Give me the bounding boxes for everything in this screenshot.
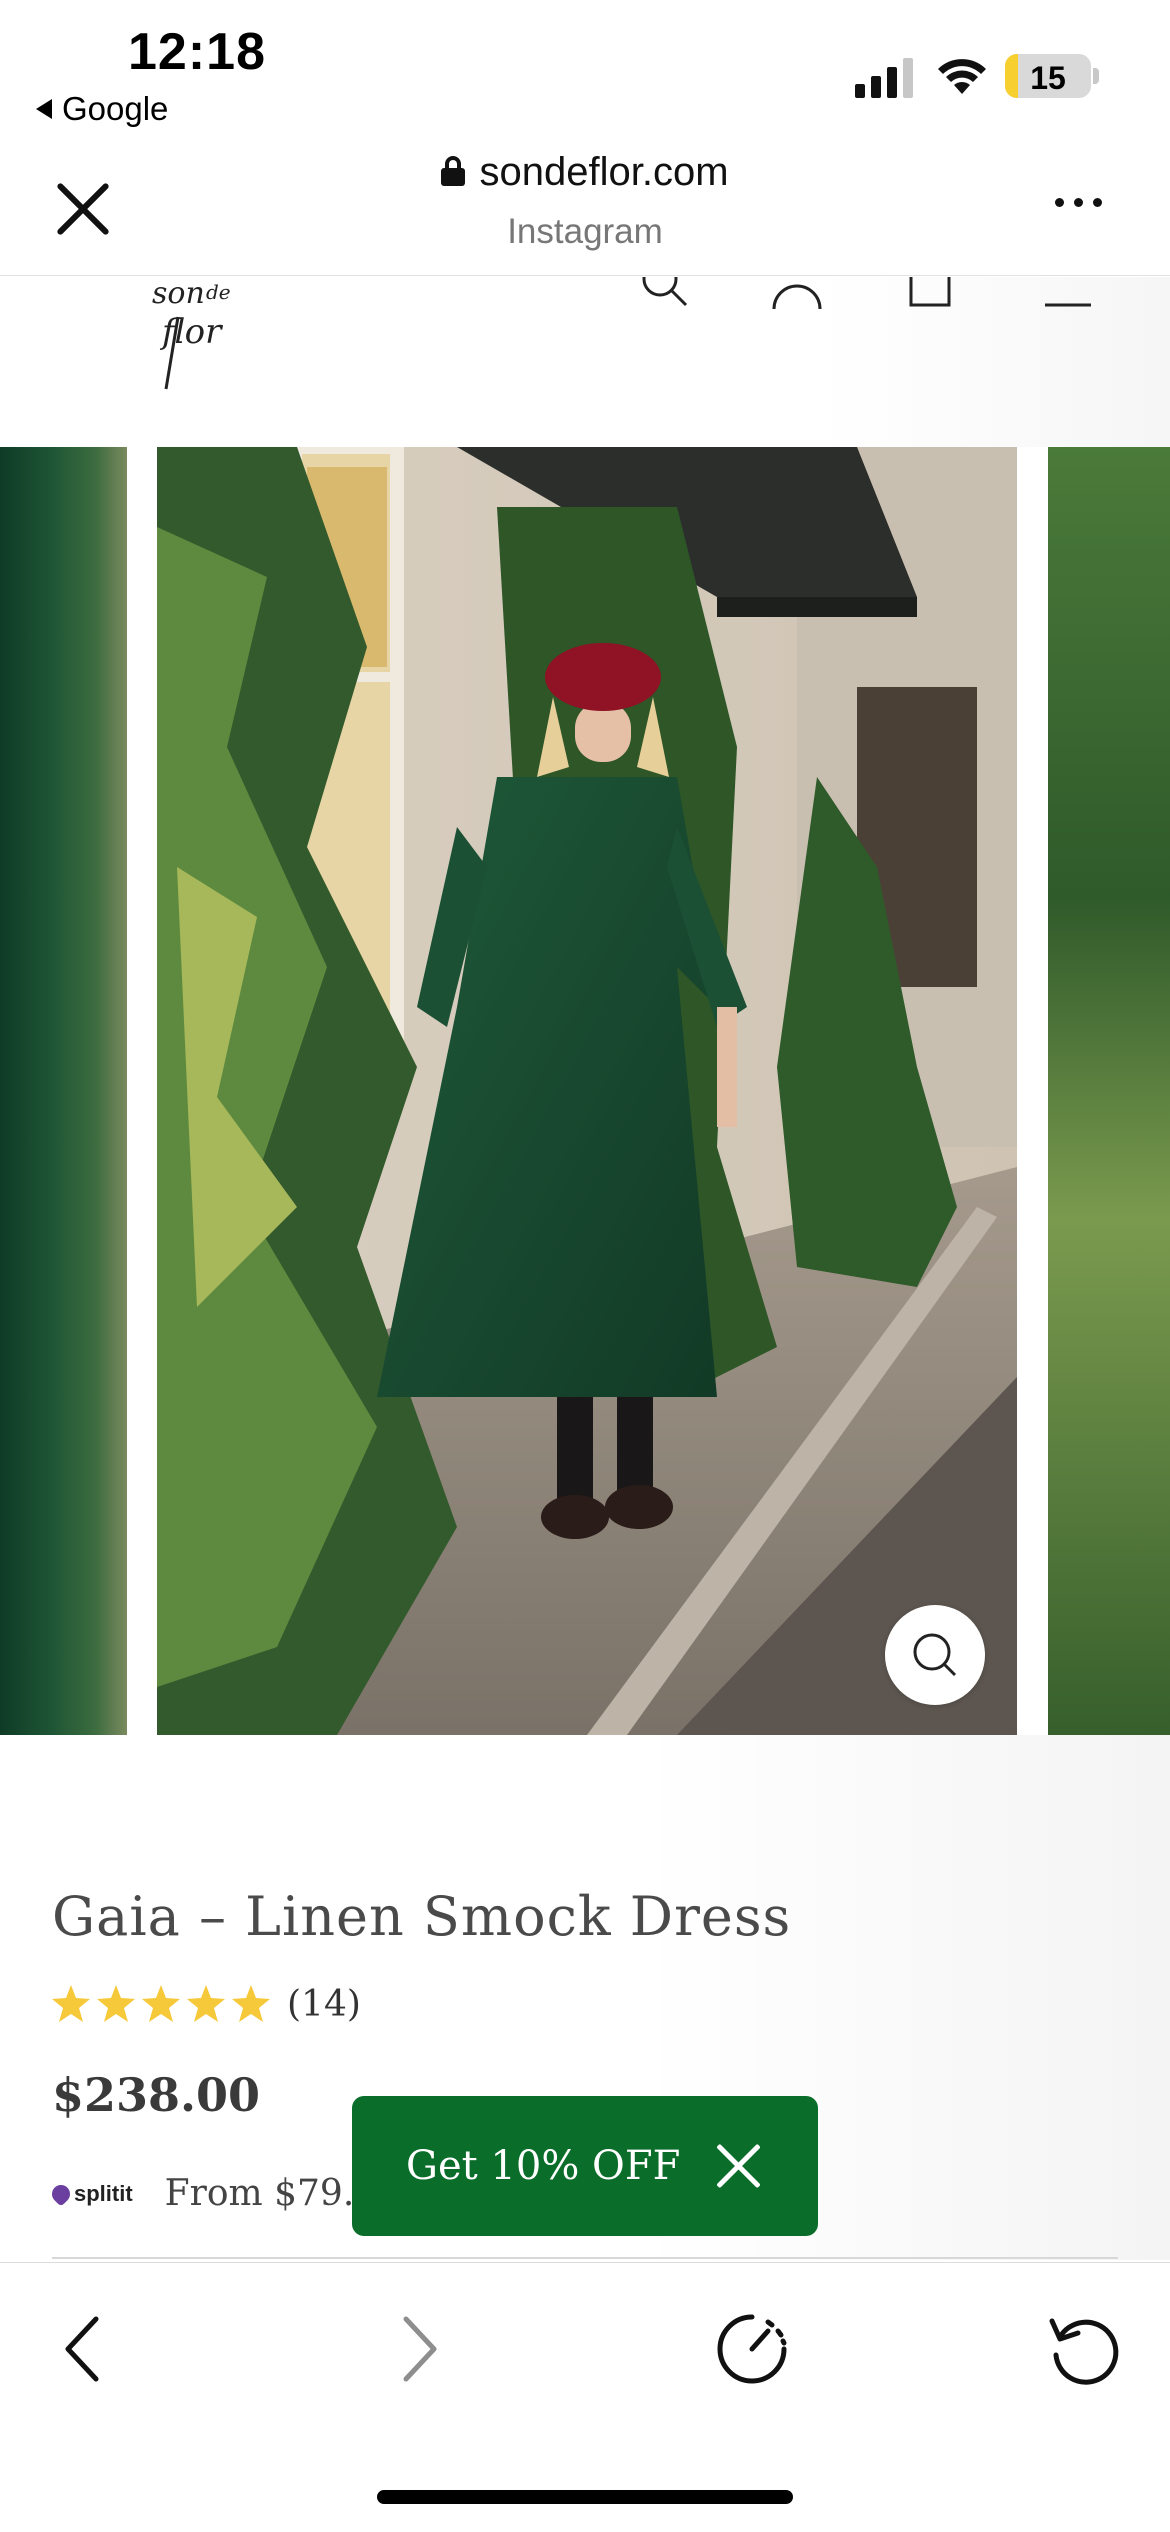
source-label: Instagram <box>507 212 663 251</box>
home-indicator[interactable] <box>377 2490 793 2504</box>
rating-stars <box>50 1983 275 2025</box>
back-app-label: Google <box>62 90 169 127</box>
battery-icon: 15 <box>1005 54 1091 98</box>
speed-icon[interactable] <box>712 2309 792 2389</box>
battery-level: 15 <box>1030 60 1066 96</box>
status-bar: 12:18 Google 15 <box>0 0 1170 140</box>
installment-text: From $79.3 <box>164 2173 378 2214</box>
back-triangle-icon <box>36 99 52 119</box>
browser-header: sondeflor.com Instagram <box>0 140 1170 276</box>
search-icon[interactable] <box>640 277 690 309</box>
discount-popup-button[interactable]: Get 10% OFF <box>352 2096 818 2236</box>
site-logo[interactable]: son de flor <box>148 277 258 397</box>
reload-icon[interactable] <box>1044 2309 1124 2389</box>
wifi-icon <box>938 59 986 94</box>
product-image[interactable] <box>157 447 1017 1735</box>
status-time: 12:18 <box>128 23 266 81</box>
star-icon <box>142 1985 180 2022</box>
url-bar[interactable]: sondeflor.com <box>0 150 1170 195</box>
url-text: sondeflor.com <box>479 150 729 194</box>
menu-icon[interactable] <box>1045 277 1095 309</box>
more-icon[interactable] <box>1055 198 1115 218</box>
svg-text:de: de <box>206 280 231 304</box>
product-image-carousel[interactable] <box>0 447 1170 1735</box>
star-icon <box>232 1985 270 2022</box>
forward-icon[interactable] <box>378 2309 458 2389</box>
product-rating[interactable]: (14) <box>50 1983 361 2025</box>
zoom-button[interactable] <box>885 1605 985 1705</box>
star-icon <box>187 1985 225 2022</box>
product-title: Gaia – Linen Smock Dress <box>52 1885 792 1948</box>
discount-label: Get 10% OFF <box>406 2143 681 2189</box>
battery-nub <box>1093 68 1099 84</box>
back-to-app-button[interactable]: Google <box>36 90 168 128</box>
carousel-previous-image[interactable] <box>0 447 127 1735</box>
installment-offer[interactable]: splitit From $79.3 <box>48 2173 378 2214</box>
star-icon <box>52 1985 90 2022</box>
svg-text:flor: flor <box>159 312 223 352</box>
account-icon[interactable] <box>772 277 822 309</box>
review-count[interactable]: (14) <box>287 1984 361 2025</box>
splitit-logo-text: splitit <box>74 2180 133 2206</box>
divider <box>52 2257 1118 2259</box>
lock-icon <box>441 155 466 186</box>
close-promo-icon[interactable] <box>714 2141 764 2191</box>
cellular-signal-icon <box>855 58 913 98</box>
star-icon <box>97 1985 135 2022</box>
splitit-logo: splitit <box>48 2180 133 2207</box>
svg-text:son: son <box>152 277 205 311</box>
product-price: $238.00 <box>52 2068 261 2122</box>
site-header: son de flor <box>0 277 1170 447</box>
zoom-icon <box>913 1633 957 1677</box>
cart-icon[interactable] <box>905 277 955 309</box>
back-icon[interactable] <box>44 2309 124 2389</box>
carousel-next-image[interactable] <box>1048 447 1170 1735</box>
